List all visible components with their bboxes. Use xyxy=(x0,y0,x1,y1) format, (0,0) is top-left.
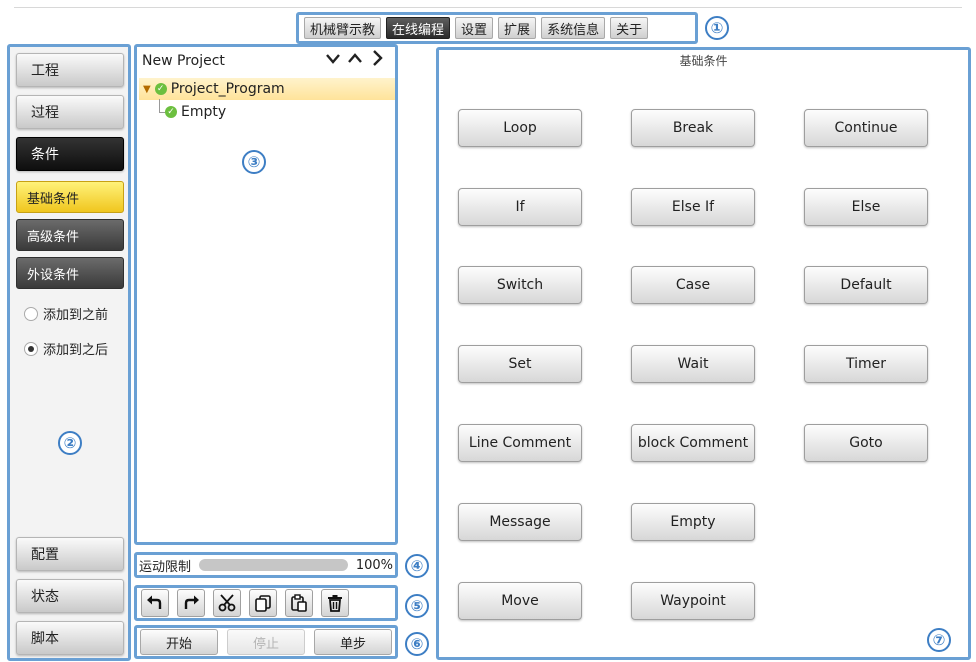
sidebar-item-project[interactable]: 工程 xyxy=(16,53,124,87)
cmd-block-comment-button[interactable]: block Comment xyxy=(631,424,755,462)
cmd-if-button[interactable]: If xyxy=(458,188,582,226)
radio-label: 添加到之前 xyxy=(43,308,109,323)
cmd-break-button[interactable]: Break xyxy=(631,109,755,147)
delete-button[interactable] xyxy=(321,589,349,617)
cmd-goto-button[interactable]: Goto xyxy=(804,424,928,462)
stop-button[interactable]: 停止 xyxy=(227,629,305,655)
tree-node-label: Project_Program xyxy=(170,81,285,97)
cmd-continue-button[interactable]: Continue xyxy=(804,109,928,147)
callout-2: ② xyxy=(58,431,82,455)
motion-limit-label: 运动限制 xyxy=(139,559,192,575)
cmd-set-button[interactable]: Set xyxy=(458,345,582,383)
cmd-default-button[interactable]: Default xyxy=(804,266,928,304)
sidebar-item-config[interactable]: 配置 xyxy=(16,537,124,571)
redo-icon xyxy=(184,595,199,609)
undo-icon xyxy=(147,595,162,609)
motion-limit-value: 100% xyxy=(355,557,393,573)
chevron-up-icon[interactable] xyxy=(347,48,363,72)
cmd-timer-button[interactable]: Timer xyxy=(804,345,928,383)
radio-add-after[interactable]: 添加到之后 xyxy=(24,339,108,358)
tab-extensions[interactable]: 扩展 xyxy=(498,17,537,39)
cmd-waypoint-button[interactable]: Waypoint xyxy=(631,582,755,620)
cmd-line-comment-button[interactable]: Line Comment xyxy=(458,424,582,462)
app-root: 机械臂示教 在线编程 设置 扩展 系统信息 关于 ① 工程 过程 条件 基础条件… xyxy=(0,0,976,662)
callout-1: ① xyxy=(705,16,729,40)
top-nav: 机械臂示教 在线编程 设置 扩展 系统信息 关于 xyxy=(296,12,698,44)
command-panel: 基础条件 Loop Break Continue If Else If Else… xyxy=(436,47,971,660)
sidebar-item-script[interactable]: 脚本 xyxy=(16,621,124,655)
tree-node-root[interactable]: ▼ ✓ Project_Program xyxy=(139,78,395,100)
edit-toolbar xyxy=(134,585,398,621)
tab-settings[interactable]: 设置 xyxy=(455,17,494,39)
cmd-move-button[interactable]: Move xyxy=(458,582,582,620)
callout-5: ⑤ xyxy=(405,594,429,618)
sidebar-sub-advanced-condition[interactable]: 高级条件 xyxy=(16,219,124,251)
cmd-loop-button[interactable]: Loop xyxy=(458,109,582,147)
motion-limit-bar: 运动限制 100% xyxy=(134,552,398,578)
tab-system-info[interactable]: 系统信息 xyxy=(541,17,606,39)
cut-icon xyxy=(218,594,236,612)
radio-label: 添加到之后 xyxy=(43,343,109,358)
check-icon: ✓ xyxy=(165,106,177,118)
run-controls: 开始 停止 单步 xyxy=(134,625,398,659)
motion-limit-fill xyxy=(199,559,348,571)
start-button[interactable]: 开始 xyxy=(140,629,218,655)
copy-button[interactable] xyxy=(249,589,277,617)
radio-add-before[interactable]: 添加到之前 xyxy=(24,304,108,323)
callout-4: ④ xyxy=(405,554,429,578)
top-divider xyxy=(14,7,962,8)
sidebar-item-condition[interactable]: 条件 xyxy=(16,137,124,171)
paste-button[interactable] xyxy=(285,589,313,617)
tab-arm-teach[interactable]: 机械臂示教 xyxy=(304,17,382,39)
sidebar-sub-basic-condition[interactable]: 基础条件 xyxy=(16,181,124,213)
sidebar-item-status[interactable]: 状态 xyxy=(16,579,124,613)
callout-6: ⑥ xyxy=(405,632,429,656)
project-tree: New Project ▼ ✓ Project_Program ✓ Empty … xyxy=(134,44,398,545)
panel-title: 基础条件 xyxy=(679,54,728,68)
tree-node-label: Empty xyxy=(181,104,227,120)
cmd-else-button[interactable]: Else xyxy=(804,188,928,226)
tab-about[interactable]: 关于 xyxy=(610,17,649,39)
sidebar-sub-peripheral-condition[interactable]: 外设条件 xyxy=(16,257,124,289)
tree-controls xyxy=(325,48,385,72)
radio-circle[interactable] xyxy=(24,341,38,356)
cmd-message-button[interactable]: Message xyxy=(458,503,582,541)
trash-icon xyxy=(328,595,342,612)
check-icon: ✓ xyxy=(154,83,167,95)
motion-limit-slider[interactable] xyxy=(199,559,348,571)
left-sidebar: 工程 过程 条件 基础条件 高级条件 外设条件 添加到之前 添加到之后 ② 配置… xyxy=(7,44,131,661)
callout-3: ③ xyxy=(242,150,266,174)
cmd-wait-button[interactable]: Wait xyxy=(631,345,755,383)
sidebar-item-process[interactable]: 过程 xyxy=(16,95,124,129)
cut-button[interactable] xyxy=(213,589,241,617)
tree-node-child[interactable]: ✓ Empty xyxy=(165,104,226,120)
cmd-switch-button[interactable]: Switch xyxy=(458,266,582,304)
paste-icon xyxy=(291,594,307,612)
cmd-case-button[interactable]: Case xyxy=(631,266,755,304)
tab-online-programming[interactable]: 在线编程 xyxy=(386,17,451,39)
cmd-empty-button[interactable]: Empty xyxy=(631,503,755,541)
tree-header-title: New Project xyxy=(142,53,225,69)
redo-button[interactable] xyxy=(177,589,205,617)
cmd-else-if-button[interactable]: Else If xyxy=(631,188,755,226)
step-button[interactable]: 单步 xyxy=(314,629,392,655)
chevron-down-icon[interactable] xyxy=(325,48,341,72)
radio-circle[interactable] xyxy=(24,306,38,321)
chevron-right-icon[interactable] xyxy=(369,48,385,72)
expand-triangle-icon[interactable]: ▼ xyxy=(143,84,151,95)
callout-7: ⑦ xyxy=(927,628,951,652)
copy-icon xyxy=(255,595,271,612)
undo-button[interactable] xyxy=(141,589,169,617)
